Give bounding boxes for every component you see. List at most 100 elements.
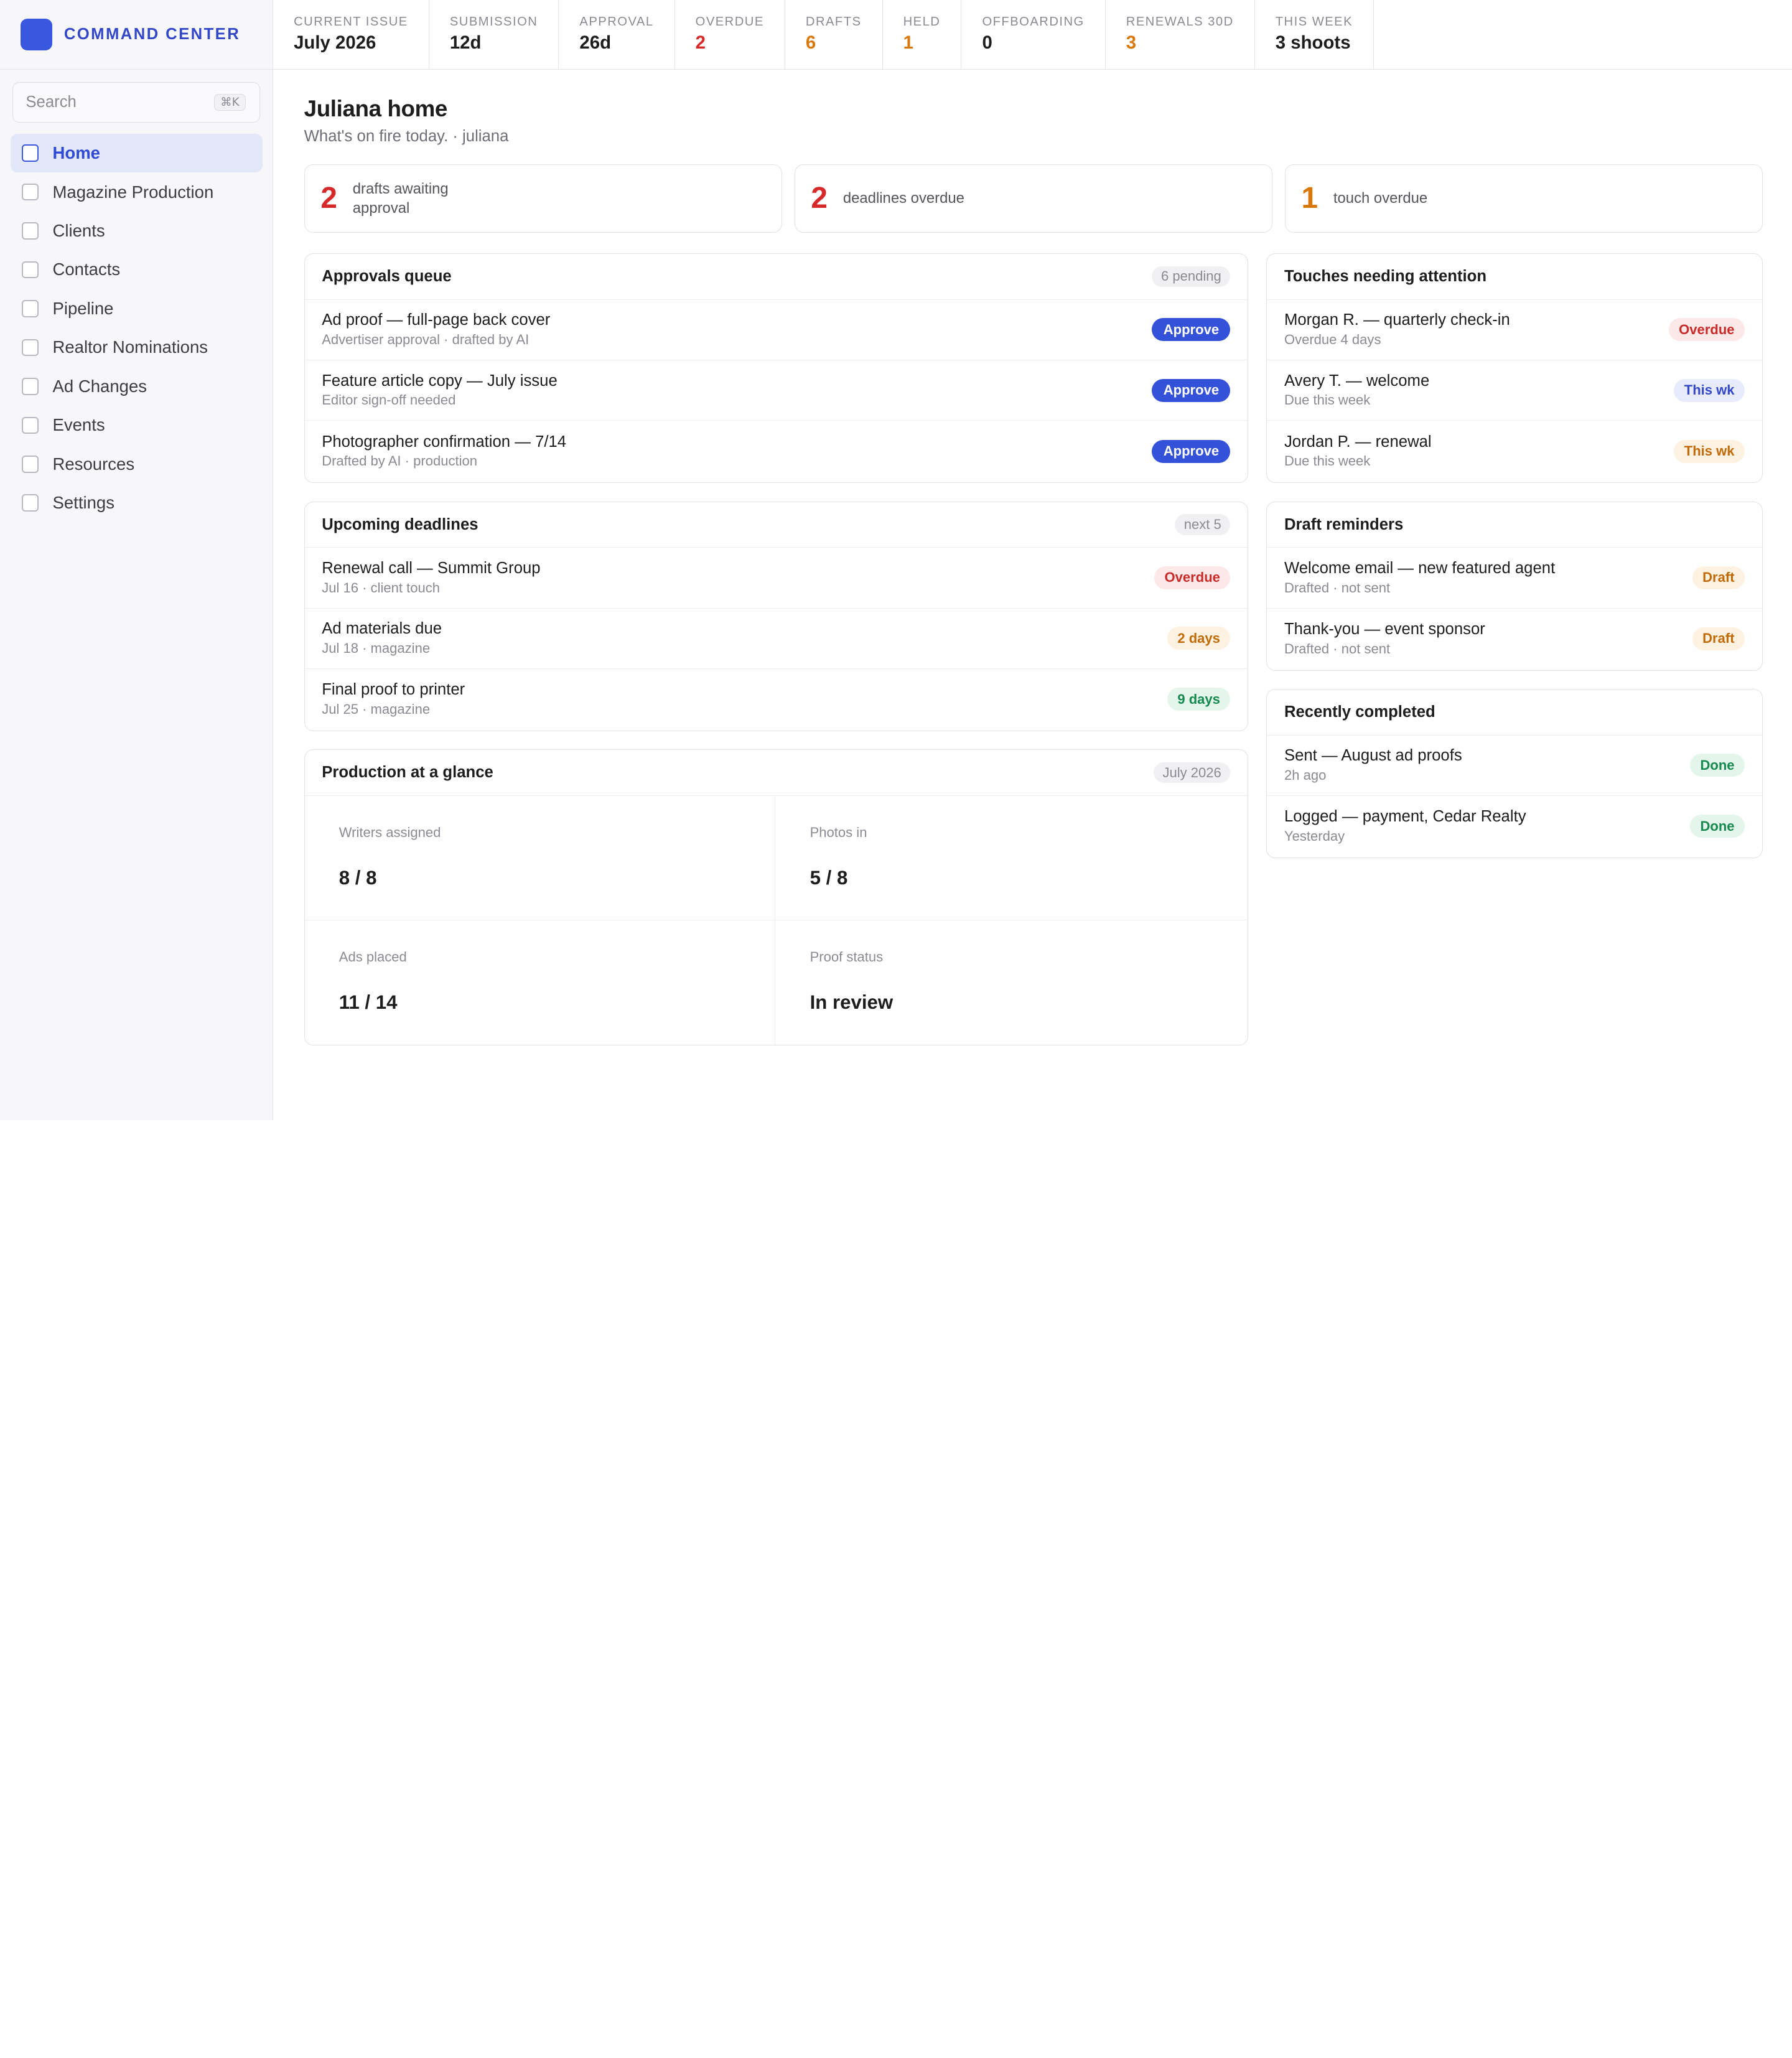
stat-label: DRAFTS [805, 14, 862, 29]
list-item[interactable]: Ad proof — full-page back cover Advertise… [304, 300, 1248, 360]
stat-value: July 2026 [294, 32, 376, 54]
sidebar-item-label: Realtor Nominations [52, 337, 208, 357]
search-shortcut: ⌘K [214, 94, 246, 111]
list-item[interactable]: Thank-you — event sponsor Drafted · not s… [1267, 609, 1762, 669]
stat-value: 0 [982, 32, 992, 54]
stat-label: THIS WEEK [1275, 14, 1353, 29]
stat-renewals-30d: RENEWALS 30D 3 [1106, 0, 1255, 70]
search-input[interactable] [26, 93, 197, 111]
sidebar-item-ad-changes[interactable]: Ad Changes [11, 367, 263, 406]
stat-label: HELD [903, 14, 941, 29]
item-subtitle: Due this week [1284, 392, 1371, 408]
summary-count: 2 [320, 182, 337, 215]
brand-logo-icon [21, 18, 53, 51]
sidebar-item-settings[interactable]: Settings [11, 484, 263, 522]
item-subtitle: Drafted · not sent [1284, 640, 1391, 657]
sidebar-item-magazine-production[interactable]: Magazine Production [11, 172, 263, 211]
draft-reminders-card: Draft reminders Welcome email — new feat… [1266, 501, 1763, 671]
status-badge: 2 days [1167, 627, 1231, 650]
list-item[interactable]: Feature article copy — July issue Editor … [304, 360, 1248, 421]
status-badge: This wk [1674, 378, 1745, 402]
glance-value: 8 / 8 [338, 867, 377, 889]
summary-card-touch[interactable]: 1 touch overdue [1284, 164, 1763, 233]
stat-value: 12d [449, 32, 482, 54]
sidebar-item-events[interactable]: Events [11, 406, 263, 444]
item-title: Final proof to printer [322, 681, 465, 699]
list-item[interactable]: Final proof to printer Jul 25 · magazine … [305, 669, 1248, 729]
summary-text: drafts awaiting approval [352, 180, 449, 217]
item-subtitle: Editor sign-off needed [322, 392, 456, 408]
item-title: Feature article copy — July issue [322, 372, 558, 390]
touches-card: Touches needing attention Morgan R. — qu… [1266, 253, 1763, 484]
main-content: Juliana home What's on fire today. · jul… [304, 70, 1763, 1046]
item-title: Morgan R. — quarterly check-in [1284, 311, 1510, 329]
list-item[interactable]: Renewal call — Summit Group Jul 16 · clie… [304, 548, 1248, 609]
card-header: Upcoming deadlines next 5 [304, 502, 1248, 548]
list-item[interactable]: Ad materials due Jul 18 · magazine 2 days [304, 609, 1248, 669]
upcoming-deadlines-card: Upcoming deadlines next 5 Renewal call —… [304, 501, 1248, 731]
glance-writers-assigned: Writers assigned 8 / 8 [304, 795, 776, 921]
page-title: Juliana home [304, 96, 448, 122]
list-item[interactable]: Welcome email — new featured agent Drafte… [1267, 548, 1762, 609]
stat-label: APPROVAL [579, 14, 654, 29]
checkbox-icon [21, 339, 39, 357]
item-title: Welcome email — new featured agent [1284, 559, 1556, 578]
pending-count-badge: 6 pending [1152, 266, 1231, 288]
checkbox-icon [21, 183, 39, 201]
glance-label: Proof status [810, 949, 884, 965]
stat-label: OVERDUE [695, 14, 764, 29]
status-badge: Draft [1692, 627, 1745, 650]
sidebar-item-contacts[interactable]: Contacts [11, 250, 263, 289]
status-badge: 9 days [1167, 688, 1231, 711]
list-item[interactable]: Photographer confirmation — 7/14 Drafted … [305, 421, 1248, 481]
glance-label: Ads placed [338, 949, 407, 965]
list-item[interactable]: Avery T. — welcome Due this week This wk [1267, 360, 1762, 421]
stat-overdue: OVERDUE 2 [675, 0, 785, 70]
summary-text: touch overdue [1333, 190, 1428, 207]
list-item[interactable]: Sent — August ad proofs 2h ago Done [1267, 736, 1762, 796]
sidebar-item-realtor-nominations[interactable]: Realtor Nominations [11, 328, 263, 367]
list-item[interactable]: Logged — payment, Cedar Realty Yesterday … [1267, 796, 1762, 856]
summary-text: deadlines overdue [842, 190, 964, 207]
item-subtitle: Overdue 4 days [1284, 332, 1381, 348]
card-header: Production at a glance July 2026 [304, 750, 1248, 796]
search-box[interactable]: ⌘K [12, 82, 260, 123]
item-subtitle: Jul 18 · magazine [322, 640, 431, 657]
glance-value: 11 / 14 [338, 991, 398, 1014]
sidebar-item-home[interactable]: Home [10, 133, 263, 173]
checkbox-icon [21, 416, 39, 434]
checkbox-icon [21, 261, 39, 279]
item-title: Ad proof — full-page back cover [322, 311, 551, 329]
brand-name: COMMAND CENTER [63, 26, 241, 44]
item-subtitle: Jul 25 · magazine [322, 701, 431, 717]
summary-card-drafts[interactable]: 2 drafts awaiting approval [304, 164, 782, 233]
brand[interactable]: COMMAND CENTER [0, 0, 273, 70]
sidebar-item-pipeline[interactable]: Pipeline [11, 289, 263, 328]
sidebar-item-resources[interactable]: Resources [11, 445, 263, 484]
status-badge: Done [1689, 815, 1745, 838]
sidebar-item-clients[interactable]: Clients [11, 212, 263, 250]
item-title: Ad materials due [322, 620, 442, 638]
sidebar-item-label: Resources [52, 454, 135, 474]
recently-completed-card: Recently completed Sent — August ad proo… [1266, 689, 1763, 858]
approve-button[interactable]: Approve [1152, 378, 1231, 402]
list-item[interactable]: Morgan R. — quarterly check-in Overdue 4 … [1267, 300, 1762, 360]
approve-button[interactable]: Approve [1152, 318, 1231, 342]
page-subtitle: What's on fire today. · juliana [304, 128, 509, 146]
checkbox-icon [21, 222, 39, 240]
status-badge: This wk [1674, 439, 1745, 463]
stat-label: RENEWALS 30D [1126, 14, 1234, 29]
approve-button[interactable]: Approve [1152, 439, 1231, 463]
glance-proof-status: Proof status In review [775, 920, 1246, 1045]
stat-value: 3 [1126, 32, 1137, 54]
summary-card-deadlines[interactable]: 2 deadlines overdue [794, 164, 1272, 233]
card-title: Recently completed [1284, 703, 1435, 721]
checkbox-icon [21, 455, 39, 473]
sidebar-item-label: Settings [52, 493, 115, 513]
stat-label: CURRENT ISSUE [294, 14, 408, 29]
stat-approval: APPROVAL 26d [559, 0, 675, 70]
stats-bar: CURRENT ISSUE July 2026 SUBMISSION 12d APP… [273, 0, 1792, 70]
stat-label: SUBMISSION [449, 14, 538, 29]
list-item[interactable]: Jordan P. — renewal Due this week This wk [1267, 421, 1762, 481]
item-title: Avery T. — welcome [1284, 372, 1430, 390]
